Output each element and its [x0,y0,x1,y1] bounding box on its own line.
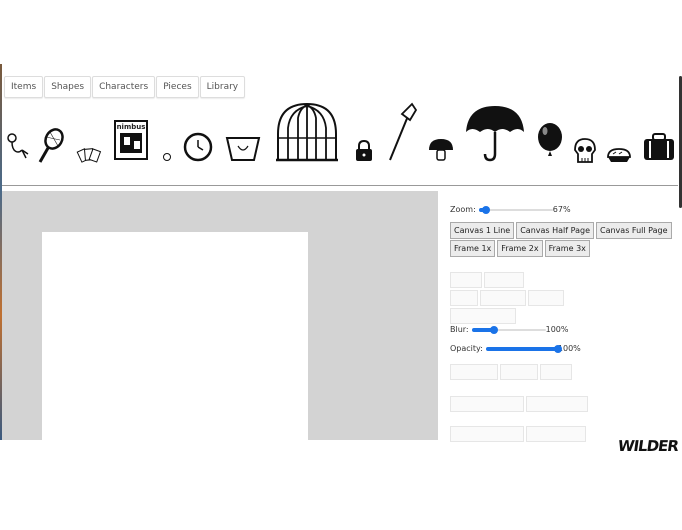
disabled-row-2 [450,290,566,306]
blur-value: 100% [545,325,569,334]
disabled-button [484,272,524,288]
frame-3x-button[interactable]: Frame 3x [544,240,590,257]
wilder-logo: WILDER [616,437,680,455]
disabled-button [450,272,482,288]
nimbus-box-icon[interactable]: nimbus [114,120,148,160]
zoom-row: Zoom: 67% [450,205,571,214]
canvas-full-page-button[interactable]: Canvas Full Page [596,222,672,239]
opacity-label: Opacity: [450,344,483,353]
canvas-area[interactable] [2,191,438,440]
canvas-page[interactable] [42,232,308,440]
disabled-row-4 [450,364,574,380]
disabled-button [450,426,524,442]
disabled-button [540,364,572,380]
tennis-racket-icon[interactable] [36,128,66,164]
disabled-button [480,290,526,306]
blur-slider[interactable] [471,325,546,334]
tab-characters[interactable]: Characters [92,76,156,98]
disabled-button [450,396,524,412]
skull-icon[interactable] [572,138,598,164]
tab-pieces[interactable]: Pieces [156,76,199,98]
frame-1x-button[interactable]: Frame 1x [450,240,496,257]
disabled-button [528,290,564,306]
padlock-icon[interactable] [354,140,374,162]
disabled-button [450,290,478,306]
basket-icon[interactable] [224,134,262,162]
nimbus-box-label: nimbus [116,123,146,131]
disabled-button [500,364,538,380]
disabled-row-6 [450,426,588,442]
broom-icon[interactable] [384,102,418,162]
opacity-row: Opacity: 100% [450,344,581,353]
small-circle-icon[interactable] [162,152,172,162]
tab-library[interactable]: Library [199,76,246,98]
item-shelf: nimbus [2,98,678,178]
playing-cards-icon[interactable] [76,146,104,164]
balloon-icon[interactable] [536,122,564,162]
clock-icon[interactable] [182,132,214,162]
birdcage-icon[interactable] [274,102,340,162]
disabled-row-5 [450,396,590,412]
canvas-1-line-button[interactable]: Canvas 1 Line [450,222,515,239]
tab-shapes[interactable]: Shapes [44,76,92,98]
stethoscope-icon[interactable] [6,128,30,164]
disabled-button [450,308,516,324]
blur-label: Blur: [450,325,469,334]
zoom-value: 67% [552,205,571,214]
canvas-size-buttons: Canvas 1 Line Canvas Half Page Canvas Fu… [450,222,674,239]
zoom-label: Zoom: [450,205,476,214]
pie-icon[interactable] [606,148,632,164]
zoom-slider[interactable] [478,205,553,214]
disabled-button [450,364,498,380]
opacity-slider[interactable] [485,344,562,353]
blur-row: Blur: 100% [450,325,569,334]
disabled-row-3 [450,308,518,324]
frame-buttons: Frame 1x Frame 2x Frame 3x [450,240,592,257]
suitcase-icon[interactable] [642,132,676,162]
canvas-half-page-button[interactable]: Canvas Half Page [516,222,594,239]
tab-items[interactable]: Items [4,76,44,98]
frame-2x-button[interactable]: Frame 2x [497,240,543,257]
disabled-row-1 [450,272,526,288]
category-tabs: Items Shapes Characters Pieces Library [4,76,246,98]
umbrella-icon[interactable] [464,104,526,162]
disabled-button [526,426,586,442]
mushroom-icon[interactable] [428,138,454,162]
disabled-button [526,396,588,412]
shelf-divider [2,185,678,186]
